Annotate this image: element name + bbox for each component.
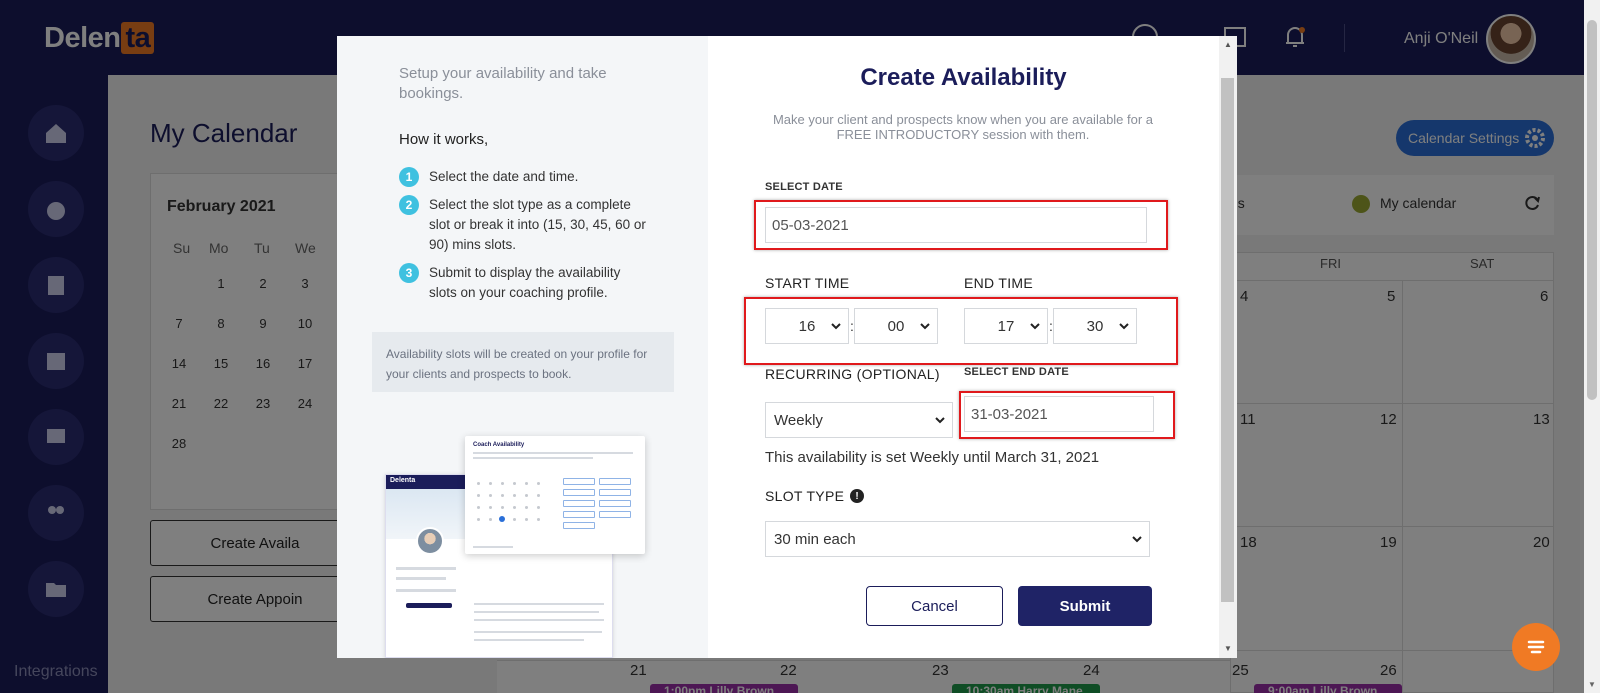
step-item: 1 Select the date and time. bbox=[399, 167, 649, 187]
select-date-label: SELECT DATE bbox=[765, 181, 843, 193]
scrollbar-thumb[interactable] bbox=[1587, 20, 1597, 400]
step-text: Select the slot type as a complete slot … bbox=[429, 197, 646, 252]
end-time-label: END TIME bbox=[964, 275, 1034, 291]
modal-title: Create Availability bbox=[860, 64, 1067, 91]
slot-type-value: 30 min each bbox=[774, 530, 856, 548]
chat-icon bbox=[1527, 640, 1545, 654]
cancel-button[interactable]: Cancel bbox=[866, 586, 1003, 626]
how-it-works-title: How it works, bbox=[399, 131, 489, 148]
create-availability-modal: Setup your availability and take booking… bbox=[337, 36, 1237, 658]
step-item: 2 Select the slot type as a complete slo… bbox=[399, 195, 649, 255]
modal-scrollbar[interactable]: ▲ ▼ bbox=[1219, 36, 1237, 658]
chat-button[interactable] bbox=[1512, 623, 1560, 671]
coach-availability-mockup: Coach Availability bbox=[465, 436, 645, 554]
slot-type-text: SLOT TYPE bbox=[765, 488, 845, 504]
start-time-label: START TIME bbox=[765, 275, 850, 291]
chevron-down-icon bbox=[935, 417, 945, 424]
step-text: Select the date and time. bbox=[429, 169, 579, 184]
select-end-date-label: SELECT END DATE bbox=[964, 366, 1069, 378]
step-number: 3 bbox=[399, 263, 419, 283]
chevron-down-icon bbox=[1132, 536, 1142, 543]
scrollbar-thumb[interactable] bbox=[1221, 78, 1234, 602]
highlight-box bbox=[959, 391, 1175, 439]
scroll-down-icon[interactable]: ▼ bbox=[1588, 680, 1596, 689]
slot-type-label: SLOT TYPE ! bbox=[765, 488, 865, 504]
recurring-value: Weekly bbox=[774, 411, 823, 429]
highlight-box bbox=[744, 297, 1178, 365]
recurrence-summary: This availability is set Weekly until Ma… bbox=[765, 449, 1100, 466]
submit-button[interactable]: Submit bbox=[1018, 586, 1152, 626]
recurring-label: RECURRING (OPTIONAL) bbox=[765, 366, 940, 382]
slot-type-select[interactable]: 30 min each bbox=[765, 521, 1150, 557]
step-item: 3 Submit to display the availability slo… bbox=[399, 263, 649, 303]
step-number: 1 bbox=[399, 167, 419, 187]
mockup-logo: Delenta bbox=[390, 477, 416, 484]
info-note: Availability slots will be created on yo… bbox=[372, 332, 674, 392]
modal-info-panel: Setup your availability and take booking… bbox=[337, 36, 708, 658]
info-icon[interactable]: ! bbox=[850, 489, 865, 503]
highlight-box bbox=[754, 200, 1168, 250]
page-scrollbar[interactable]: ▼ bbox=[1584, 0, 1600, 693]
mockup-avatar bbox=[416, 527, 444, 555]
modal-subtitle: Make your client and prospects know when… bbox=[772, 112, 1154, 142]
scroll-down-icon[interactable]: ▼ bbox=[1224, 644, 1232, 653]
recurring-select[interactable]: Weekly bbox=[765, 402, 953, 438]
step-number: 2 bbox=[399, 195, 419, 215]
availability-illustration: Delenta Coach Availability bbox=[385, 436, 655, 658]
scroll-up-icon[interactable]: ▲ bbox=[1224, 40, 1232, 49]
intro-text: Setup your availability and take booking… bbox=[399, 65, 607, 102]
mockup-title: Coach Availability bbox=[473, 442, 525, 448]
step-text: Submit to display the availability slots… bbox=[429, 265, 621, 300]
availability-form: Create Availability Make your client and… bbox=[708, 36, 1219, 658]
